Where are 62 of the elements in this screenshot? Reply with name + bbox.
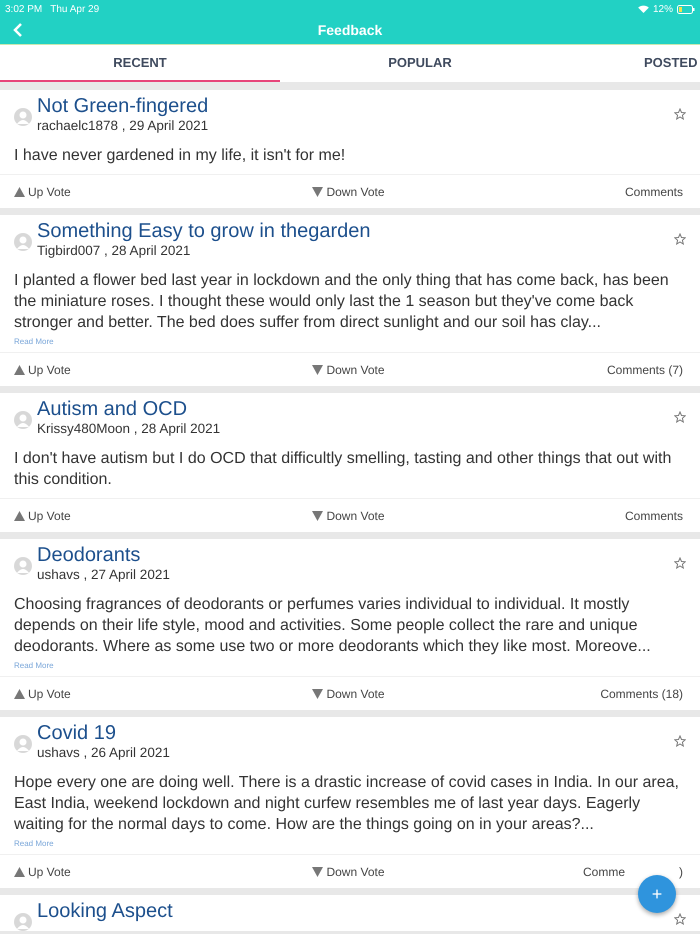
- up-vote-button[interactable]: Up Vote: [14, 508, 237, 522]
- down-triangle-icon: [312, 510, 324, 520]
- star-icon[interactable]: [674, 913, 686, 925]
- comments-link[interactable]: Comme: [582, 864, 625, 878]
- status-time: 3:02 PM: [5, 4, 42, 14]
- up-vote-button[interactable]: Up Vote: [14, 184, 237, 198]
- star-icon[interactable]: [674, 557, 686, 569]
- up-triangle-icon: [14, 688, 25, 698]
- post-body: Choosing fragrances of deodorants or perfumes varies individual to individual. It mostly depends on their life style, mood and activities. Some people collect the rare and unique deodorants. Where as some use two or more deodorants which they like most. Moreove...: [13, 595, 652, 657]
- down-triangle-icon: [312, 364, 324, 374]
- star-icon[interactable]: [674, 411, 686, 423]
- status-date: Thu Apr 29: [50, 4, 100, 14]
- battery-percent: 12%: [652, 4, 673, 14]
- up-triangle-icon: [14, 510, 25, 520]
- avatar-icon: [14, 411, 32, 429]
- down-vote-button[interactable]: Down Vote: [312, 362, 385, 376]
- post-title[interactable]: Autism and OCD: [37, 398, 188, 420]
- post-body: I have never gardened in my life, it isn't for me!: [13, 146, 346, 166]
- avatar-icon: [14, 557, 32, 575]
- tab[interactable]: RECENT: [0, 45, 280, 82]
- up-triangle-icon: [14, 364, 25, 374]
- post-title[interactable]: Covid 19: [37, 722, 116, 744]
- tab[interactable]: POPULAR: [280, 45, 560, 82]
- up-vote-button[interactable]: Up Vote: [14, 686, 237, 700]
- post-title[interactable]: Deodorants: [37, 544, 140, 566]
- down-vote-button[interactable]: Down Vote: [312, 184, 385, 198]
- comments-link[interactable]: Comments: [624, 508, 683, 522]
- comments-link[interactable]: Comments (7): [606, 362, 683, 376]
- star-icon[interactable]: [674, 735, 686, 747]
- post-body: I don't have autism but I do OCD that difficultly smelling, tasting and other things that out with this condition.: [13, 449, 672, 490]
- star-icon[interactable]: [674, 233, 686, 245]
- avatar-icon: [14, 108, 32, 126]
- comments-link[interactable]: Comments: [624, 184, 683, 198]
- post-title[interactable]: Looking Aspect: [37, 900, 173, 922]
- down-triangle-icon: [312, 186, 324, 196]
- post-title[interactable]: Something Easy to grow in thegarden: [37, 220, 371, 242]
- post-body: Hope every one are doing well. There is a drastic increase of covid cases in India. In our area, East India, weekend lockdown and night curfew resembles me of last year days. Eagerly waiting for the normal days to come. How are the things going on in your areas?...: [13, 773, 680, 835]
- battery-icon: [677, 4, 695, 14]
- post-body: I planted a flower bed last year in lockdown and the only thing that has come back, has been the miniature roses. I thought these would only last the 1 season but they've come back stronger and better. The bed does suffer from direct sunlight and our soil has clay...: [13, 271, 670, 333]
- post-byline: ushavs , 27 April 2021: [37, 567, 170, 582]
- up-triangle-icon: [14, 866, 25, 876]
- post-byline: rachaelc1878 , 29 April 2021: [37, 118, 208, 133]
- post-title[interactable]: Not Green-fingered: [37, 95, 208, 117]
- avatar-icon: [14, 735, 32, 753]
- post-byline: ushavs , 26 April 2021: [37, 745, 170, 760]
- star-icon[interactable]: [674, 108, 686, 120]
- down-triangle-icon: [312, 688, 324, 698]
- down-triangle-icon: [312, 866, 324, 876]
- tab[interactable]: POSTED: [560, 45, 698, 82]
- post-byline: Krissy480Moon , 28 April 2021: [37, 421, 220, 436]
- up-vote-button[interactable]: Up Vote: [14, 362, 237, 376]
- up-triangle-icon: [14, 186, 25, 196]
- avatar-icon: [14, 233, 32, 251]
- header-title: Feedback: [318, 22, 382, 38]
- wifi-icon: [638, 5, 649, 13]
- down-vote-button[interactable]: Down Vote: [312, 508, 385, 522]
- down-vote-button[interactable]: Down Vote: [312, 686, 385, 700]
- comments-link-tail[interactable]: ): [679, 864, 683, 878]
- up-vote-button[interactable]: Up Vote: [14, 864, 237, 878]
- post-byline: Tigbird007 , 28 April 2021: [37, 243, 190, 258]
- down-vote-button[interactable]: Down Vote: [312, 864, 385, 878]
- comments-link[interactable]: Comments (18): [600, 686, 683, 700]
